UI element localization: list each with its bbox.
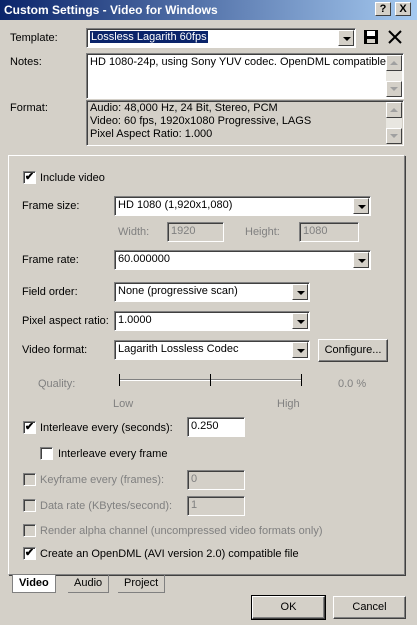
configure-button[interactable]: Configure... [318, 339, 388, 362]
notes-scrollbar[interactable] [386, 55, 402, 97]
ok-button[interactable]: OK [251, 595, 326, 620]
data-rate-label: Data rate (KBytes/second): [40, 500, 173, 512]
title-bar: Custom Settings - Video for Windows ? X [0, 0, 417, 20]
help-button[interactable]: ? [375, 2, 391, 16]
height-label: Height: [245, 226, 280, 238]
template-value: Lossless Lagarith 60fps [90, 31, 208, 43]
scroll-up-icon[interactable] [386, 55, 402, 71]
render-alpha-label: Render alpha channel (uncompressed video… [40, 525, 323, 537]
field-order-label: Field order: [22, 286, 78, 298]
template-combo[interactable]: Lossless Lagarith 60fps [86, 28, 356, 48]
format-line: Pixel Aspect Ratio: 1.000 [90, 128, 213, 140]
frame-rate-label: Frame rate: [22, 254, 79, 266]
window-title: Custom Settings - Video for Windows [4, 3, 218, 17]
delete-icon[interactable] [387, 29, 403, 45]
interleave-frame-checkbox[interactable] [40, 447, 53, 460]
keyframe-checkbox [23, 473, 36, 486]
format-info: Audio: 48,000 Hz, 24 Bit, Stereo, PCM Vi… [86, 100, 404, 146]
keyframe-field: 0 [187, 470, 245, 490]
opendml-label: Create an OpenDML (AVI version 2.0) comp… [40, 548, 299, 560]
scroll-down-icon[interactable] [386, 81, 402, 97]
tab-project[interactable]: Project [118, 575, 166, 593]
cancel-button[interactable]: Cancel [333, 596, 406, 619]
video-format-combo[interactable]: Lagarith Lossless Codec [114, 340, 310, 360]
pixel-aspect-label: Pixel aspect ratio: [22, 315, 109, 327]
tab-audio[interactable]: Audio [68, 575, 110, 593]
pixel-aspect-value: 1.0000 [118, 314, 152, 326]
quality-low-label: Low [113, 398, 134, 410]
notes-textarea[interactable]: HD 1080-24p, using Sony YUV codec. OpenD… [86, 53, 404, 99]
chevron-down-icon[interactable] [353, 198, 369, 214]
data-rate-checkbox [23, 499, 36, 512]
scroll-up-icon[interactable] [386, 102, 402, 118]
format-line: Audio: 48,000 Hz, 24 Bit, Stereo, PCM [90, 102, 278, 114]
pixel-aspect-combo[interactable]: 1.0000 [114, 311, 310, 331]
video-format-label: Video format: [22, 344, 88, 356]
close-button[interactable]: X [395, 2, 411, 16]
width-field: 1920 [167, 222, 224, 242]
field-order-combo[interactable]: None (progressive scan) [114, 282, 310, 302]
format-scrollbar[interactable] [386, 102, 402, 144]
format-line: Video: 60 fps, 1920x1080 Progressive, LA… [90, 115, 312, 127]
slider-tick [301, 374, 302, 386]
opendml-checkbox[interactable]: ✔ [23, 547, 36, 560]
frame-size-combo[interactable]: HD 1080 (1,920x1,080) [114, 196, 371, 216]
format-label: Format: [10, 102, 48, 114]
notes-text: HD 1080-24p, using Sony YUV codec. OpenD… [90, 56, 389, 68]
notes-label: Notes: [10, 56, 42, 68]
slider-tick [119, 374, 120, 386]
chevron-down-icon[interactable] [338, 30, 354, 46]
slider-tick [210, 374, 211, 386]
chevron-down-icon[interactable] [292, 284, 308, 300]
quality-readout: 0.0 % [338, 378, 367, 390]
frame-size-label: Frame size: [22, 200, 80, 212]
height-field: 1080 [299, 222, 359, 242]
quality-label: Quality: [38, 378, 76, 390]
save-icon[interactable] [363, 29, 379, 45]
data-rate-field: 1 [187, 496, 245, 516]
interleave-checkbox[interactable]: ✔ [23, 421, 36, 434]
chevron-down-icon[interactable] [353, 252, 369, 268]
frame-size-value: HD 1080 (1,920x1,080) [118, 199, 233, 211]
tab-video[interactable]: Video [12, 575, 56, 593]
interleave-frame-label: Interleave every frame [58, 448, 168, 460]
chevron-down-icon[interactable] [292, 342, 308, 358]
render-alpha-checkbox [23, 524, 36, 537]
field-order-value: None (progressive scan) [118, 285, 238, 297]
frame-rate-value: 60.000000 [118, 253, 170, 265]
width-label: Width: [118, 226, 150, 238]
chevron-down-icon[interactable] [292, 313, 308, 329]
template-label: Template: [10, 32, 58, 44]
frame-rate-combo[interactable]: 60.000000 [114, 250, 371, 270]
quality-high-label: High [277, 398, 300, 410]
include-video-label: Include video [40, 172, 105, 184]
video-format-value: Lagarith Lossless Codec [118, 343, 239, 355]
interleave-label: Interleave every (seconds): [40, 422, 173, 434]
include-video-checkbox[interactable]: ✔ [23, 171, 36, 184]
keyframe-label: Keyframe every (frames): [40, 474, 165, 486]
interleave-field[interactable]: 0.250 [187, 417, 245, 437]
scroll-down-icon[interactable] [386, 128, 402, 144]
